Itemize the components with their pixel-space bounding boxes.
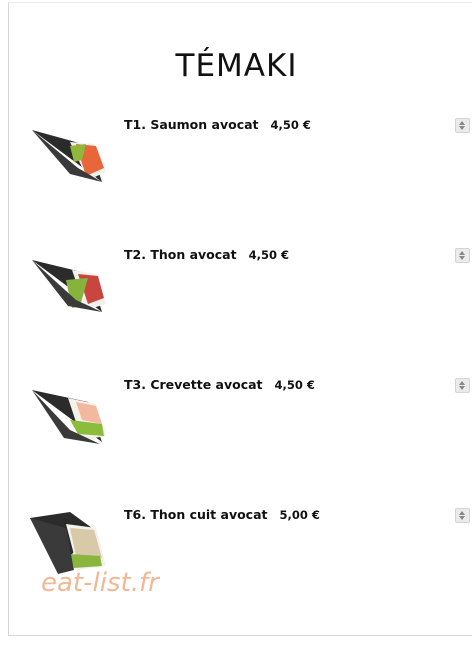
- quantity-stepper[interactable]: [455, 378, 470, 393]
- increment-arrow-icon[interactable]: [459, 251, 465, 255]
- item-title: T2. Thon avocat 4,50 €: [124, 247, 289, 262]
- increment-arrow-icon[interactable]: [459, 381, 465, 385]
- menu-item: T3. Crevette avocat 4,50 €: [30, 376, 470, 466]
- item-name: T1. Saumon avocat: [124, 117, 259, 132]
- temaki-photo: [30, 376, 108, 456]
- temaki-photo: [30, 246, 108, 326]
- decrement-arrow-icon[interactable]: [459, 256, 465, 260]
- quantity-stepper[interactable]: [455, 508, 470, 523]
- item-price: 5,00 €: [279, 508, 320, 522]
- increment-arrow-icon[interactable]: [459, 511, 465, 515]
- decrement-arrow-icon[interactable]: [459, 516, 465, 520]
- temaki-photo: [30, 116, 108, 196]
- decrement-arrow-icon[interactable]: [459, 126, 465, 130]
- menu-item: T2. Thon avocat 4,50 €: [30, 246, 470, 336]
- item-name: T2. Thon avocat: [124, 247, 237, 262]
- item-title: T3. Crevette avocat 4,50 €: [124, 377, 315, 392]
- decrement-arrow-icon[interactable]: [459, 386, 465, 390]
- menu-item: T1. Saumon avocat 4,50 €: [30, 116, 470, 206]
- quantity-stepper[interactable]: [455, 118, 470, 133]
- page-title: TÉMAKI: [175, 48, 298, 84]
- item-name: T3. Crevette avocat: [124, 377, 263, 392]
- increment-arrow-icon[interactable]: [459, 121, 465, 125]
- item-price: 4,50 €: [248, 248, 289, 262]
- item-title: T1. Saumon avocat 4,50 €: [124, 117, 311, 132]
- item-title: T6. Thon cuit avocat 5,00 €: [124, 507, 320, 522]
- item-name: T6. Thon cuit avocat: [124, 507, 268, 522]
- item-price: 4,50 €: [274, 378, 315, 392]
- watermark: eat-list.fr: [41, 568, 159, 598]
- item-price: 4,50 €: [270, 118, 311, 132]
- quantity-stepper[interactable]: [455, 248, 470, 263]
